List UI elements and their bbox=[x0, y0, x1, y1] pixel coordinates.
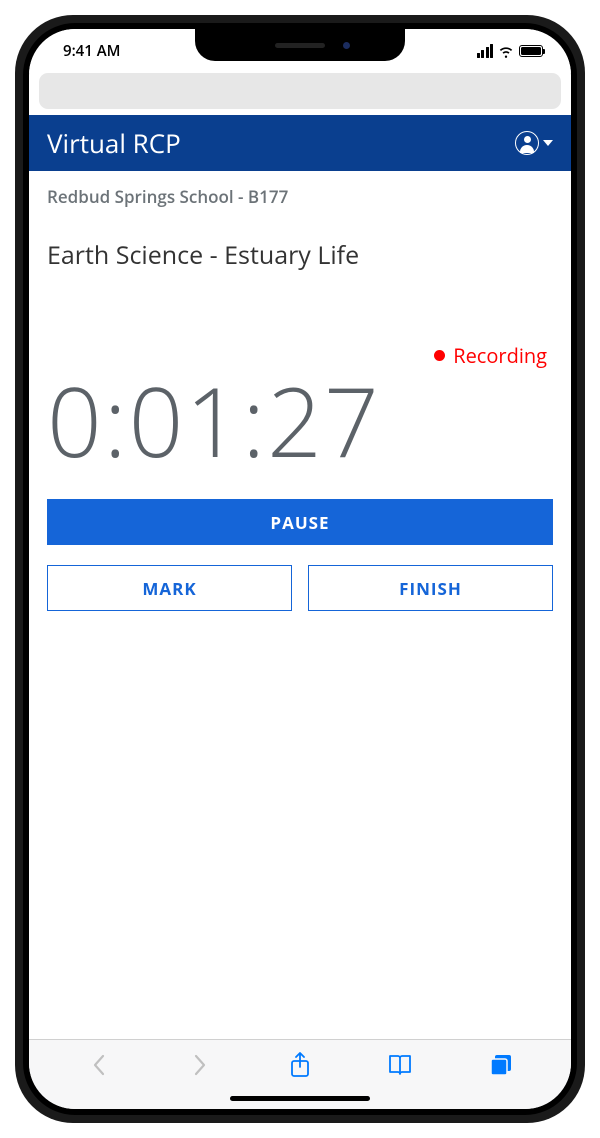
home-indicator[interactable] bbox=[230, 1096, 370, 1101]
content: Redbud Springs School - B177 Earth Scien… bbox=[29, 171, 571, 625]
phone-frame: 9:41 AM Virtual RCP Redbud Spri bbox=[15, 15, 585, 1123]
course-title: Earth Science - Estuary Life bbox=[47, 238, 553, 272]
breadcrumb: Redbud Springs School - B177 bbox=[47, 185, 553, 208]
finish-button[interactable]: FINISH bbox=[308, 565, 553, 611]
tabs-icon[interactable] bbox=[488, 1052, 514, 1078]
url-bar[interactable] bbox=[39, 73, 561, 109]
bookmarks-icon[interactable] bbox=[387, 1052, 413, 1078]
app-title: Virtual RCP bbox=[47, 125, 181, 161]
pause-button[interactable]: PAUSE bbox=[47, 499, 553, 545]
safari-toolbar bbox=[29, 1039, 571, 1109]
chevron-down-icon bbox=[543, 140, 553, 146]
status-time: 9:41 AM bbox=[63, 41, 120, 61]
wifi-icon bbox=[498, 44, 514, 58]
forward-icon[interactable] bbox=[187, 1052, 213, 1078]
notch bbox=[195, 29, 405, 61]
recording-label: Recording bbox=[453, 342, 547, 369]
share-icon[interactable] bbox=[287, 1052, 313, 1078]
user-icon bbox=[515, 131, 539, 155]
battery-icon bbox=[519, 45, 543, 57]
app-header: Virtual RCP bbox=[29, 115, 571, 171]
record-dot-icon bbox=[434, 350, 445, 361]
back-icon[interactable] bbox=[86, 1052, 112, 1078]
mark-button[interactable]: MARK bbox=[47, 565, 292, 611]
signal-icon bbox=[477, 44, 494, 58]
timer-display: 0:01:27 bbox=[47, 373, 553, 469]
user-menu[interactable] bbox=[515, 131, 553, 155]
